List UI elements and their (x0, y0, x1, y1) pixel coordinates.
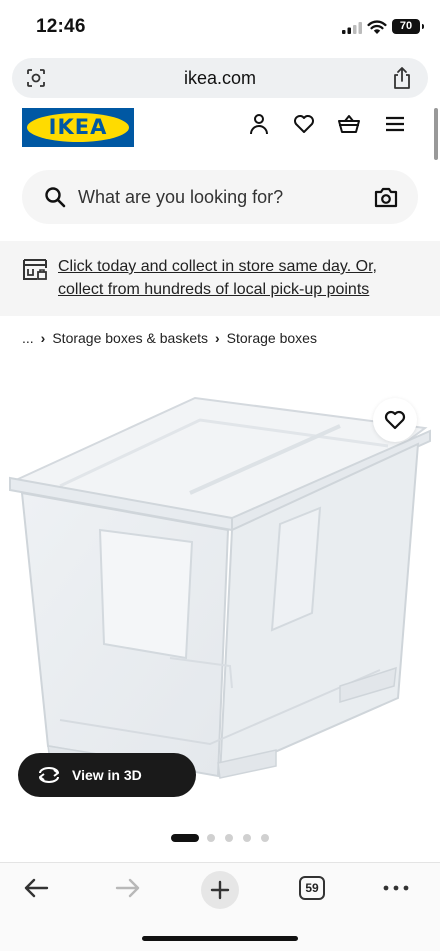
home-indicator[interactable] (142, 936, 298, 941)
click-collect-banner: Click today and collect in store same da… (0, 241, 440, 316)
chevron-right-icon: › (40, 330, 46, 346)
search-icon (45, 187, 66, 208)
battery-icon: 70 (392, 19, 424, 34)
chevron-right-icon: › (215, 330, 220, 346)
profile-icon[interactable] (247, 112, 271, 136)
scroll-indicator[interactable] (434, 108, 438, 160)
view-in-3d-label: View in 3D (72, 767, 142, 783)
add-to-favourites-button[interactable] (373, 398, 417, 442)
product-image[interactable] (0, 368, 440, 808)
status-bar: 12:46 70 (0, 0, 440, 54)
carousel-dot[interactable] (261, 834, 269, 842)
forward-icon[interactable] (114, 875, 142, 901)
breadcrumb-item[interactable]: Storage boxes & baskets (52, 330, 208, 346)
new-tab-button[interactable] (201, 871, 239, 909)
more-icon[interactable] (382, 875, 410, 901)
share-icon[interactable] (392, 66, 412, 90)
status-time: 12:46 (36, 16, 86, 37)
url-text[interactable]: ikea.com (12, 58, 428, 98)
breadcrumb-item[interactable]: Storage boxes (227, 330, 317, 346)
site-header: IKEA (0, 100, 440, 162)
search-placeholder[interactable]: What are you looking for? (78, 170, 283, 224)
rotate-3d-icon (39, 767, 59, 783)
carousel-dot[interactable] (243, 834, 251, 842)
tabs-icon[interactable]: 59 (299, 876, 325, 900)
heart-icon (384, 410, 406, 430)
breadcrumb-ellipsis[interactable]: ... (22, 330, 34, 346)
plus-icon (210, 880, 230, 900)
carousel-dot-active[interactable] (171, 834, 199, 842)
ikea-logo[interactable]: IKEA (22, 108, 134, 147)
search-input[interactable]: What are you looking for? (22, 170, 418, 224)
carousel-dot[interactable] (207, 834, 215, 842)
back-icon[interactable] (22, 875, 50, 901)
basket-icon[interactable] (337, 112, 361, 136)
menu-icon[interactable] (383, 112, 407, 136)
click-collect-link[interactable]: Click today and collect in store same da… (58, 255, 418, 301)
heart-icon[interactable] (292, 112, 316, 136)
address-bar[interactable]: ikea.com (12, 58, 428, 98)
breadcrumb: ... › Storage boxes & baskets › Storage boxe… (22, 330, 317, 346)
signal-icon (342, 22, 362, 34)
carousel-dot[interactable] (225, 834, 233, 842)
camera-icon[interactable] (374, 186, 398, 208)
view-in-3d-button[interactable]: View in 3D (18, 753, 196, 797)
wifi-icon (367, 20, 387, 34)
store-icon (23, 259, 47, 280)
logo-text: IKEA (48, 115, 108, 139)
